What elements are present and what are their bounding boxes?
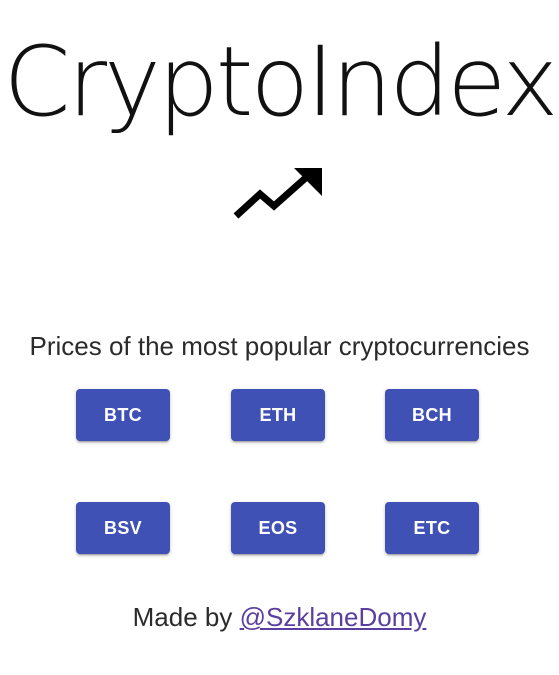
coin-button-bsv[interactable]: BSV (76, 502, 170, 554)
footer-made-by-text: Made by (132, 602, 233, 632)
coin-button-btc[interactable]: BTC (76, 389, 170, 441)
footer: Made by @SzklaneDomy (0, 600, 559, 634)
coin-button-bch[interactable]: BCH (385, 389, 479, 441)
page-subtitle: Prices of the most popular cryptocurrenc… (29, 331, 530, 361)
coin-button-eth[interactable]: ETH (231, 389, 325, 441)
trending-up-icon (233, 168, 322, 219)
coin-button-eos[interactable]: EOS (231, 502, 325, 554)
coin-button-etc[interactable]: ETC (385, 502, 479, 554)
author-link[interactable]: @SzklaneDomy (240, 602, 427, 632)
page-title: CryptoIndex (3, 26, 559, 138)
